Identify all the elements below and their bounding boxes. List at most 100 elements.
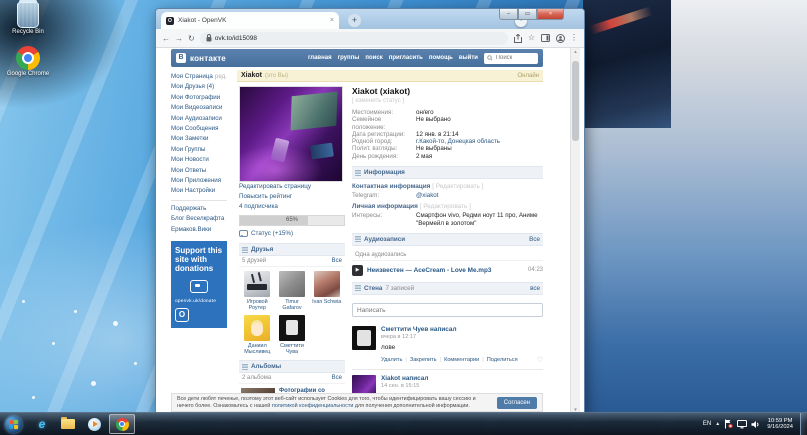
menu-dots-icon[interactable]: ⋮: [570, 33, 578, 43]
nav-glavnaya[interactable]: главная: [308, 55, 332, 61]
friend-item[interactable]: Даниил Мысливец: [241, 315, 274, 355]
edit-contact-link[interactable]: [ Редактировать ]: [432, 183, 483, 190]
subscribers-link[interactable]: 4 подписчика: [239, 202, 345, 212]
sidebar-item-messages[interactable]: Мои Сообщения: [171, 124, 227, 134]
nav-priglasit[interactable]: пригласить: [389, 55, 423, 61]
volume-icon[interactable]: [751, 420, 760, 429]
change-status-link[interactable]: [ изменить статус ]: [352, 98, 543, 104]
sidebar-item-answers[interactable]: Мои Ответы: [171, 166, 227, 176]
raise-rating-link[interactable]: Повысить рейтинг: [239, 192, 345, 202]
tab-close-icon[interactable]: ×: [330, 17, 334, 24]
info-row: Полит. взгляды:Не выбраны: [352, 145, 543, 152]
taskbar-explorer[interactable]: [56, 414, 80, 434]
taskbar-internet-explorer[interactable]: e: [30, 414, 54, 434]
wall-all-link[interactable]: все: [530, 285, 540, 292]
sidebar-item-my-page[interactable]: Моя Страница ред.: [171, 72, 227, 82]
post-author-avatar[interactable]: [352, 326, 376, 350]
sidebar-item-audios[interactable]: Мои Аудиозаписи: [171, 114, 227, 124]
hometown-link[interactable]: г.Какой-то, Донецкая область: [416, 138, 500, 145]
privacy-policy-link[interactable]: политикой конфиденциальности: [272, 403, 354, 409]
reload-icon[interactable]: ↻: [188, 34, 195, 43]
taskbar-clock[interactable]: 10:59 PM 9/16/2024: [764, 418, 796, 431]
taskbar-media-player[interactable]: [82, 414, 106, 434]
post-comments-link[interactable]: Комментарии: [437, 357, 480, 363]
minimize-button[interactable]: –: [499, 9, 518, 20]
cookie-accept-button[interactable]: Согласен: [497, 397, 537, 409]
sidebar-item-groups[interactable]: Мои Группы: [171, 145, 227, 155]
vk-logo-icon[interactable]: В: [176, 53, 186, 63]
sidebar-item-apps[interactable]: Мои Приложения: [171, 176, 227, 186]
profile-avatar-photo[interactable]: [239, 86, 343, 182]
sidebar-item-news[interactable]: Мои Новости: [171, 155, 227, 165]
sidebar-item-videos[interactable]: Мои Видеозаписи: [171, 103, 227, 113]
scroll-up-arrow[interactable]: ▲: [571, 48, 580, 56]
like-heart-icon[interactable]: ♡: [537, 356, 543, 364]
post-delete-link[interactable]: Удалить: [381, 357, 402, 363]
sidebar-link-support[interactable]: Поддержать: [171, 204, 227, 214]
albums-all-link[interactable]: Все: [332, 375, 342, 381]
edit-personal-link[interactable]: [ Редактировать ]: [420, 203, 471, 210]
nav-vyiti[interactable]: выйти: [459, 55, 478, 61]
new-tab-button[interactable]: +: [348, 14, 361, 27]
sidebar-item-photos[interactable]: Мои Фотографии: [171, 93, 227, 103]
sidebar-link-wiki[interactable]: Ермаков.Вики: [171, 225, 227, 235]
wall-composer-input[interactable]: [352, 303, 543, 317]
browser-tab[interactable]: O Xiakot - OpenVK ×: [161, 12, 339, 29]
contact-info-header: Контактная информация [ Редактировать ]: [352, 183, 543, 190]
vk-search-box[interactable]: [484, 53, 538, 64]
system-tray: EN ▲ 10:59 PM 9/16/2024: [703, 413, 807, 435]
nav-gruppy[interactable]: группы: [338, 55, 360, 61]
edit-shortcut[interactable]: ред.: [215, 72, 227, 82]
friend-item[interactable]: Ivan Schwia: [310, 271, 343, 311]
desktop-icon-recycle-bin[interactable]: Recycle Bin: [4, 2, 52, 36]
sidebar-item-notes[interactable]: Мои Заметки: [171, 134, 227, 144]
start-button[interactable]: [5, 416, 22, 433]
post-actions: Удалить Закрепить Комментарии Поделиться…: [381, 356, 543, 364]
page-scrollbar[interactable]: ▲ ▼: [570, 48, 580, 414]
friend-item[interactable]: Игровой Роутер: [241, 271, 274, 311]
taskbar-chrome-active[interactable]: [109, 414, 135, 434]
browser-tab-strip: O Xiakot - OpenVK × + ▾ – ▭ ×: [156, 9, 584, 29]
post-author-link[interactable]: Xiakot написал: [381, 375, 543, 382]
share-icon[interactable]: [513, 32, 523, 44]
scrollbar-thumb[interactable]: [572, 61, 579, 141]
donation-banner[interactable]: Support this site with donations openvk.…: [171, 241, 227, 328]
sidebar-item-settings[interactable]: Мои Настройки: [171, 186, 227, 196]
back-icon[interactable]: ←: [162, 34, 170, 43]
edit-page-link[interactable]: Редактировать страницу: [239, 182, 345, 192]
nav-pomosch[interactable]: помощь: [429, 55, 453, 61]
post-time[interactable]: 14 сен. в 15:15: [381, 383, 543, 389]
sidebar-link-blog[interactable]: Блог Веселкрафта: [171, 214, 227, 224]
show-desktop-button[interactable]: [800, 413, 807, 435]
post-time[interactable]: вчера в 12:17: [381, 334, 543, 340]
nav-poisk[interactable]: поиск: [365, 55, 382, 61]
post-share-link[interactable]: Поделиться: [479, 357, 517, 363]
post-pin-link[interactable]: Закрепить: [402, 357, 436, 363]
action-center-flag-icon[interactable]: [724, 419, 733, 429]
status-link[interactable]: Статус (+15%): [239, 230, 345, 237]
telegram-link[interactable]: @xiakot: [416, 192, 438, 199]
maximize-button[interactable]: ▭: [518, 9, 537, 20]
url-bar[interactable]: ovk.to/id15098: [200, 32, 508, 45]
friend-item[interactable]: Сметтити Чува: [276, 315, 309, 355]
vk-search-input[interactable]: [494, 54, 535, 62]
cookie-banner: Все дети любят печенье, поэтому этот веб…: [171, 393, 543, 412]
sidebar-item-friends[interactable]: Мои Друзья (4): [171, 82, 227, 92]
friends-all-link[interactable]: Все: [332, 258, 342, 264]
network-icon[interactable]: [737, 420, 747, 429]
friend-item[interactable]: Timur Gafarov: [276, 271, 309, 311]
desktop-icon-google-chrome[interactable]: Google Chrome: [4, 46, 52, 78]
browser-viewport: В контакте главная группы поиск пригласи…: [156, 48, 584, 414]
post-author-link[interactable]: Сметтити Чуев написал: [381, 326, 543, 333]
side-panel-icon[interactable]: [540, 32, 550, 44]
close-button[interactable]: ×: [537, 9, 564, 20]
language-indicator[interactable]: EN: [703, 421, 711, 427]
profile-avatar-icon[interactable]: [555, 32, 565, 44]
audio-track-row[interactable]: ▶ Неизвестен — AceCream - Love Me.mp3 04…: [352, 265, 543, 276]
forward-icon[interactable]: →: [175, 34, 183, 43]
hidden-icons-arrow-icon[interactable]: ▲: [715, 421, 720, 427]
play-icon[interactable]: ▶: [352, 265, 363, 276]
bookmark-star-icon[interactable]: ☆: [528, 33, 535, 43]
vk-logo-text[interactable]: контакте: [190, 54, 226, 63]
audio-all-link[interactable]: Все: [529, 236, 540, 243]
